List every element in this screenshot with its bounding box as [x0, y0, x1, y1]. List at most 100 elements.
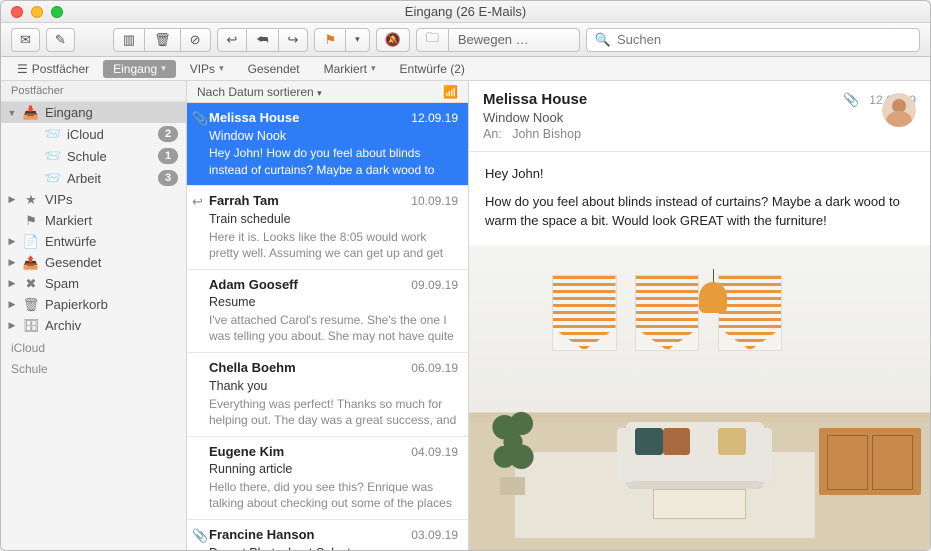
archive-icon: ▥	[123, 32, 135, 48]
message-date: 09.09.19	[411, 277, 458, 293]
envelope-icon: ✉︎	[20, 32, 31, 48]
sidebar-item-label: Arbeit	[67, 171, 152, 186]
search-field[interactable]: 🔍	[586, 28, 920, 52]
reader-body: Hey John! How do you feel about blinds i…	[469, 152, 930, 245]
message-subject: Thank you	[209, 378, 458, 395]
flag-menu-button[interactable]: ▾	[346, 29, 369, 51]
sidebar-item[interactable]: ▶📄Entwürfe	[1, 231, 186, 252]
attachment-icon: 📎	[192, 110, 208, 128]
move-to-folder-button[interactable]: 🗀	[417, 29, 449, 51]
sidebar-item-label: Schule	[67, 149, 152, 164]
inbox-icon: 📥	[23, 106, 39, 120]
favorites-item[interactable]: Gesendet	[238, 60, 310, 78]
spam-icon: ✖	[23, 277, 39, 291]
favorites-item[interactable]: ☰Postfächer	[7, 60, 99, 78]
message-date: 03.09.19	[411, 527, 458, 543]
disclosure-triangle-icon[interactable]: ▶	[7, 257, 17, 268]
junk-button[interactable]: ⊘	[181, 29, 210, 51]
message-list-header[interactable]: Nach Datum sortieren ▾ 📶	[187, 81, 468, 103]
sidebar-item[interactable]: 📨iCloud2	[1, 123, 186, 145]
disclosure-triangle-icon[interactable]: ▶	[7, 320, 17, 331]
sidebar-item[interactable]: ▶★VIPs	[1, 189, 186, 210]
messages: 📎Melissa House12.09.19Window NookHey Joh…	[187, 103, 468, 550]
sidebar-item-label: VIPs	[45, 192, 178, 207]
sidebar-item-label: Gesendet	[45, 255, 178, 270]
trash-icon: 🗑	[154, 32, 171, 48]
message-date: 04.09.19	[411, 444, 458, 460]
sidebar-item[interactable]: ▶📤Gesendet	[1, 252, 186, 273]
sidebar-item[interactable]: ▶ 🗄 Archiv	[1, 315, 186, 336]
chevron-down-icon: ▾	[161, 63, 166, 74]
reader-pane: Melissa House 📎 12.09.19 Window Nook An:…	[469, 81, 930, 550]
message-subject: Resume	[209, 294, 458, 311]
favorites-item[interactable]: Entwürfe (2)	[390, 60, 475, 78]
unread-badge: 3	[158, 170, 178, 186]
unread-badge: 1	[158, 148, 178, 164]
message-row[interactable]: Eugene Kim04.09.19Running articleHello t…	[187, 437, 468, 520]
chevron-down-icon: ▾	[371, 63, 376, 74]
favorites-item[interactable]: VIPs▾	[180, 60, 234, 78]
favorites-item[interactable]: Markiert▾	[314, 60, 386, 78]
attachment-icon: 📎	[843, 92, 859, 108]
forward-button[interactable]: ↪	[279, 29, 308, 51]
disclosure-triangle-icon[interactable]: ▶	[7, 194, 17, 205]
message-list: Nach Datum sortieren ▾ 📶 📎Melissa House1…	[187, 81, 469, 550]
move-menu-button[interactable]: Bewegen …	[449, 29, 579, 51]
favorites-bar: ☰PostfächerEingang▾VIPs▾GesendetMarkiert…	[1, 57, 930, 81]
reply-icon: ↩	[227, 32, 238, 48]
flag-icon: ⚑	[324, 32, 336, 48]
sidebar-item[interactable]: 📨Schule1	[1, 145, 186, 167]
sidebar-item-label: Archiv	[45, 318, 178, 333]
flag-group: ⚑ ▾	[314, 28, 369, 52]
flag-button[interactable]: ⚑	[315, 29, 346, 51]
sidebar-item[interactable]: ▶ 🗑 Papierkorb	[1, 294, 186, 315]
message-row[interactable]: ↩Farrah Tam10.09.19Train scheduleHere it…	[187, 186, 468, 269]
message-subject: Running article	[209, 461, 458, 478]
sidebar-account-section[interactable]: iCloud	[1, 336, 186, 357]
sidebar-item[interactable]: ⚑Markiert	[1, 210, 186, 231]
folder-icon: 🗀	[426, 29, 439, 51]
favorites-item-label: Eingang	[113, 62, 157, 76]
connection-icon: 📶	[443, 85, 458, 99]
sidebar-item[interactable]: ▼📥Eingang	[1, 102, 186, 123]
reply-button[interactable]: ↩	[218, 29, 248, 51]
chevron-down-icon: ▾	[355, 34, 360, 45]
mute-button[interactable]: 🔕	[376, 28, 410, 52]
sidebar-item-label: Papierkorb	[45, 297, 178, 312]
compose-button[interactable]: ✎	[46, 28, 75, 52]
message-date: 06.09.19	[411, 360, 458, 376]
message-row[interactable]: Adam Gooseff09.09.19ResumeI've attached …	[187, 270, 468, 353]
message-from: Chella Boehm	[209, 359, 296, 377]
junk-icon: ⊘	[190, 32, 201, 48]
trash-icon: 🗑	[23, 298, 39, 312]
sidebar-accounts: iCloudSchule	[1, 336, 186, 378]
delete-button[interactable]: 🗑	[145, 29, 181, 51]
message-date: 10.09.19	[411, 193, 458, 209]
message-row[interactable]: 📎Francine Hanson03.09.19Desert Photoshoo…	[187, 520, 468, 550]
disclosure-triangle-icon[interactable]: ▶	[7, 236, 17, 247]
sidebar-item[interactable]: 📨Arbeit3	[1, 167, 186, 189]
disclosure-triangle-icon[interactable]: ▶	[7, 278, 17, 289]
to-value: John Bishop	[512, 127, 581, 141]
reader-to: An: John Bishop	[483, 127, 833, 141]
search-input[interactable]	[617, 32, 911, 47]
get-mail-button[interactable]: ✉︎	[11, 28, 40, 52]
sidebar-item[interactable]: ▶✖Spam	[1, 273, 186, 294]
window-title: Eingang (26 E-Mails)	[1, 4, 930, 19]
reader-from: Melissa House	[483, 91, 833, 108]
message-subject: Train schedule	[209, 211, 458, 228]
sidebar-account-section[interactable]: Schule	[1, 357, 186, 378]
disclosure-triangle-icon[interactable]: ▼	[7, 108, 17, 118]
to-label: An:	[483, 127, 502, 141]
disclosure-triangle-icon[interactable]: ▶	[7, 299, 17, 310]
favorites-item[interactable]: Eingang ▾	[103, 60, 176, 78]
message-row[interactable]: 📎Melissa House12.09.19Window NookHey Joh…	[187, 103, 468, 186]
mute-icon: 🔕	[385, 32, 401, 48]
message-row[interactable]: Chella Boehm06.09.19Thank youEverything …	[187, 353, 468, 436]
archive-button[interactable]: ▥	[114, 29, 145, 51]
chevron-down-icon: ▾	[219, 63, 224, 74]
reader-attachment-image[interactable]	[469, 245, 930, 551]
reply-all-button[interactable]: ⮪	[247, 29, 278, 51]
archive-delete-junk-group: ▥ 🗑 ⊘	[113, 28, 211, 52]
archive-icon: 🗄	[23, 319, 39, 333]
